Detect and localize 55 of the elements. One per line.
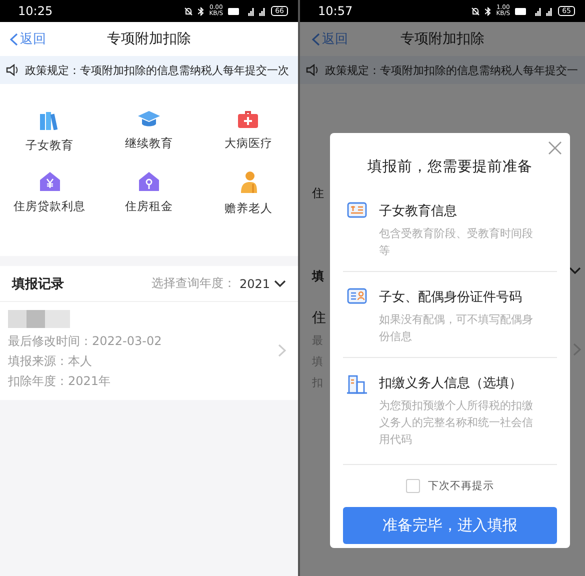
speaker-icon bbox=[306, 64, 320, 76]
dont-remind-checkbox[interactable]: 下次不再提示 bbox=[343, 479, 557, 493]
item-title: 子女、配偶身份证件号码 bbox=[379, 289, 523, 306]
section-title: 填报记录 bbox=[12, 276, 64, 292]
elderly-person-icon bbox=[238, 171, 258, 193]
id-card-icon bbox=[347, 288, 367, 304]
record-detail: 扣除年度：2021年 bbox=[8, 373, 112, 390]
item-description: 如果没有配偶，可不填写配偶身份信息 bbox=[379, 312, 534, 345]
item-description: 为您预扣预缴个人所得税的扣缴义务人的完整名称和统一社会信用代码 bbox=[379, 398, 534, 448]
year-picker[interactable]: 选择查询年度： 2021 bbox=[151, 275, 286, 292]
back-chevron-icon bbox=[312, 32, 320, 46]
house-key-icon bbox=[138, 171, 159, 191]
close-button[interactable] bbox=[548, 141, 562, 155]
dialog-title: 填报前，您需要提前准备 bbox=[366, 158, 534, 176]
house-yen-icon bbox=[40, 171, 60, 191]
notice-text: 政策规定：专项附加扣除的信息需纳税人每年提交一次 bbox=[25, 62, 289, 78]
status-time: 10:25 bbox=[18, 4, 53, 18]
record-detail: 填报来源：本人 bbox=[8, 353, 93, 370]
record-detail: 最后修改时间：2022-03-02 bbox=[8, 333, 163, 350]
category-item[interactable]: 住房贷款利息 bbox=[14, 199, 86, 214]
text-fragment: 住 bbox=[312, 309, 327, 327]
dropdown-chevron-icon bbox=[569, 267, 581, 275]
certificate-icon bbox=[347, 202, 367, 218]
status-time: 10:57 bbox=[318, 4, 353, 18]
item-title: 子女教育信息 bbox=[379, 202, 458, 220]
chevron-right-icon bbox=[573, 343, 581, 356]
category-item[interactable]: 住房租金 bbox=[124, 199, 173, 214]
confirm-button[interactable]: 准备完毕，进入填报 bbox=[343, 507, 557, 544]
page-title: 专项附加扣除 bbox=[400, 31, 484, 47]
speaker-icon bbox=[6, 64, 20, 76]
back-link[interactable]: 返回 bbox=[10, 30, 46, 48]
category-item[interactable]: 子女教育 bbox=[26, 138, 74, 153]
checkbox[interactable] bbox=[406, 479, 420, 493]
medical-kit-icon bbox=[238, 110, 258, 128]
bell-off-icon bbox=[471, 6, 480, 16]
item-description: 包含受教育阶段、受教育时间段等 bbox=[379, 226, 534, 259]
category-item[interactable]: 赡养老人 bbox=[224, 201, 272, 216]
chevron-right-icon bbox=[278, 344, 286, 356]
hd-icon bbox=[515, 8, 526, 14]
category-item[interactable]: 继续教育 bbox=[124, 136, 173, 151]
bluetooth-icon bbox=[485, 6, 492, 16]
blurred-name-placeholder bbox=[8, 310, 70, 328]
bluetooth-icon bbox=[198, 6, 204, 16]
dropdown-chevron-icon bbox=[274, 280, 286, 288]
text-fragment: 住 bbox=[312, 185, 325, 202]
hd-icon bbox=[228, 8, 240, 14]
category-item[interactable]: 大病医疗 bbox=[224, 136, 272, 151]
bell-off-icon bbox=[184, 6, 194, 16]
graduation-cap-icon bbox=[136, 110, 161, 128]
item-title: 扣缴义务人信息（选填） bbox=[379, 375, 523, 392]
text-fragment: 填 bbox=[312, 268, 325, 285]
notice-text: 政策规定：专项附加扣除的信息需纳税人每年提交一 bbox=[325, 62, 578, 78]
building-icon bbox=[347, 374, 367, 394]
page-title: 专项附加扣除 bbox=[107, 31, 191, 47]
back-chevron-icon bbox=[10, 32, 18, 46]
